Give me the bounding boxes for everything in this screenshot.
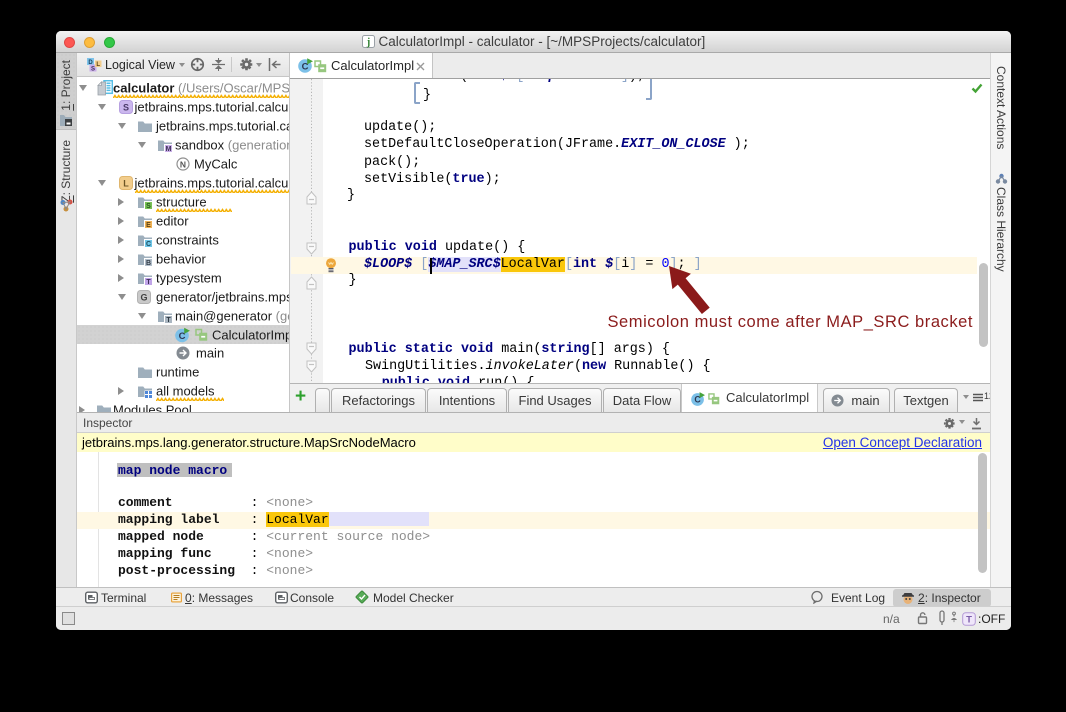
svg-text:T: T [146,279,151,286]
svg-text:j: j [366,37,370,48]
svg-text:B: B [146,260,151,267]
svg-text:E: E [146,222,151,229]
svg-text:L: L [123,179,129,189]
svg-text:M: M [165,146,171,153]
svg-text:G: G [140,292,147,302]
svg-text:T: T [966,615,972,626]
svg-text:L: L [96,62,100,68]
svg-text:T: T [166,317,171,324]
svg-text:S: S [122,103,128,113]
svg-text:S: S [146,203,151,210]
svg-text:C: C [146,241,151,248]
svg-text:S: S [91,67,95,73]
svg-text:N: N [180,160,186,170]
